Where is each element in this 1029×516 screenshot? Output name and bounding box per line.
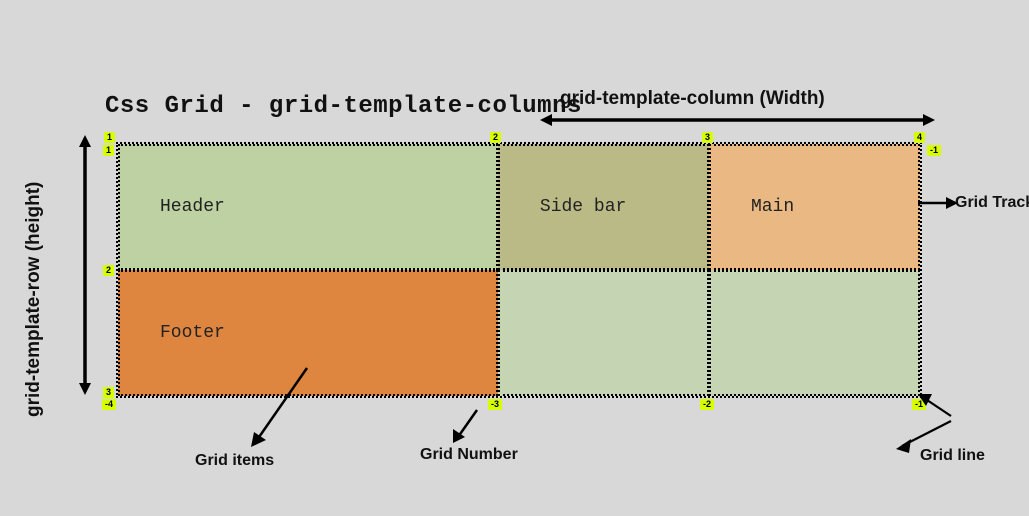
line-badge-col--3: -3	[488, 399, 502, 410]
page-title: Css Grid - grid-template-columns	[105, 93, 582, 120]
cell-label: Side bar	[540, 197, 626, 217]
line-badge-col-3: 3	[702, 132, 713, 143]
cell-label: Header	[160, 197, 225, 217]
line-badge-col--4: -4	[102, 399, 116, 410]
line-badge-col-1: 1	[104, 132, 115, 143]
width-axis-label: grid-template-column (Width)	[560, 88, 825, 110]
label-grid-number: Grid Number	[420, 446, 518, 464]
line-badge-row-1: 1	[103, 145, 114, 156]
line-badge-col-2: 2	[490, 132, 501, 143]
grid-cell-main: Main	[709, 144, 920, 270]
height-axis-label: grid-template-row (height)	[23, 182, 45, 417]
line-badge-col--2: -2	[700, 399, 714, 410]
arrow-grid-number	[450, 410, 480, 445]
line-badge-row-3: 3	[103, 387, 114, 398]
grid-cell-empty	[498, 270, 709, 396]
diagram-stage: Css Grid - grid-template-columns grid-te…	[0, 0, 1029, 516]
arrow-grid-track	[918, 196, 958, 210]
height-axis-arrow	[78, 135, 92, 395]
cell-label: Footer	[160, 323, 225, 343]
arrow-grid-items	[247, 368, 317, 448]
cell-label: Main	[751, 197, 794, 217]
label-grid-track: Grid Track	[955, 194, 1029, 212]
grid-cell-empty	[709, 270, 920, 396]
grid-cell-sidebar: Side bar	[498, 144, 709, 270]
line-badge-row--1: -1	[927, 145, 941, 156]
grid-cell-header: Header	[118, 144, 498, 270]
css-grid-demo: Header Side bar Main Footer	[116, 142, 922, 398]
label-grid-line: Grid line	[920, 447, 985, 465]
width-axis-arrow	[540, 113, 935, 127]
line-badge-col-4: 4	[914, 132, 925, 143]
line-badge-row-2: 2	[103, 265, 114, 276]
label-grid-items: Grid items	[195, 452, 274, 470]
